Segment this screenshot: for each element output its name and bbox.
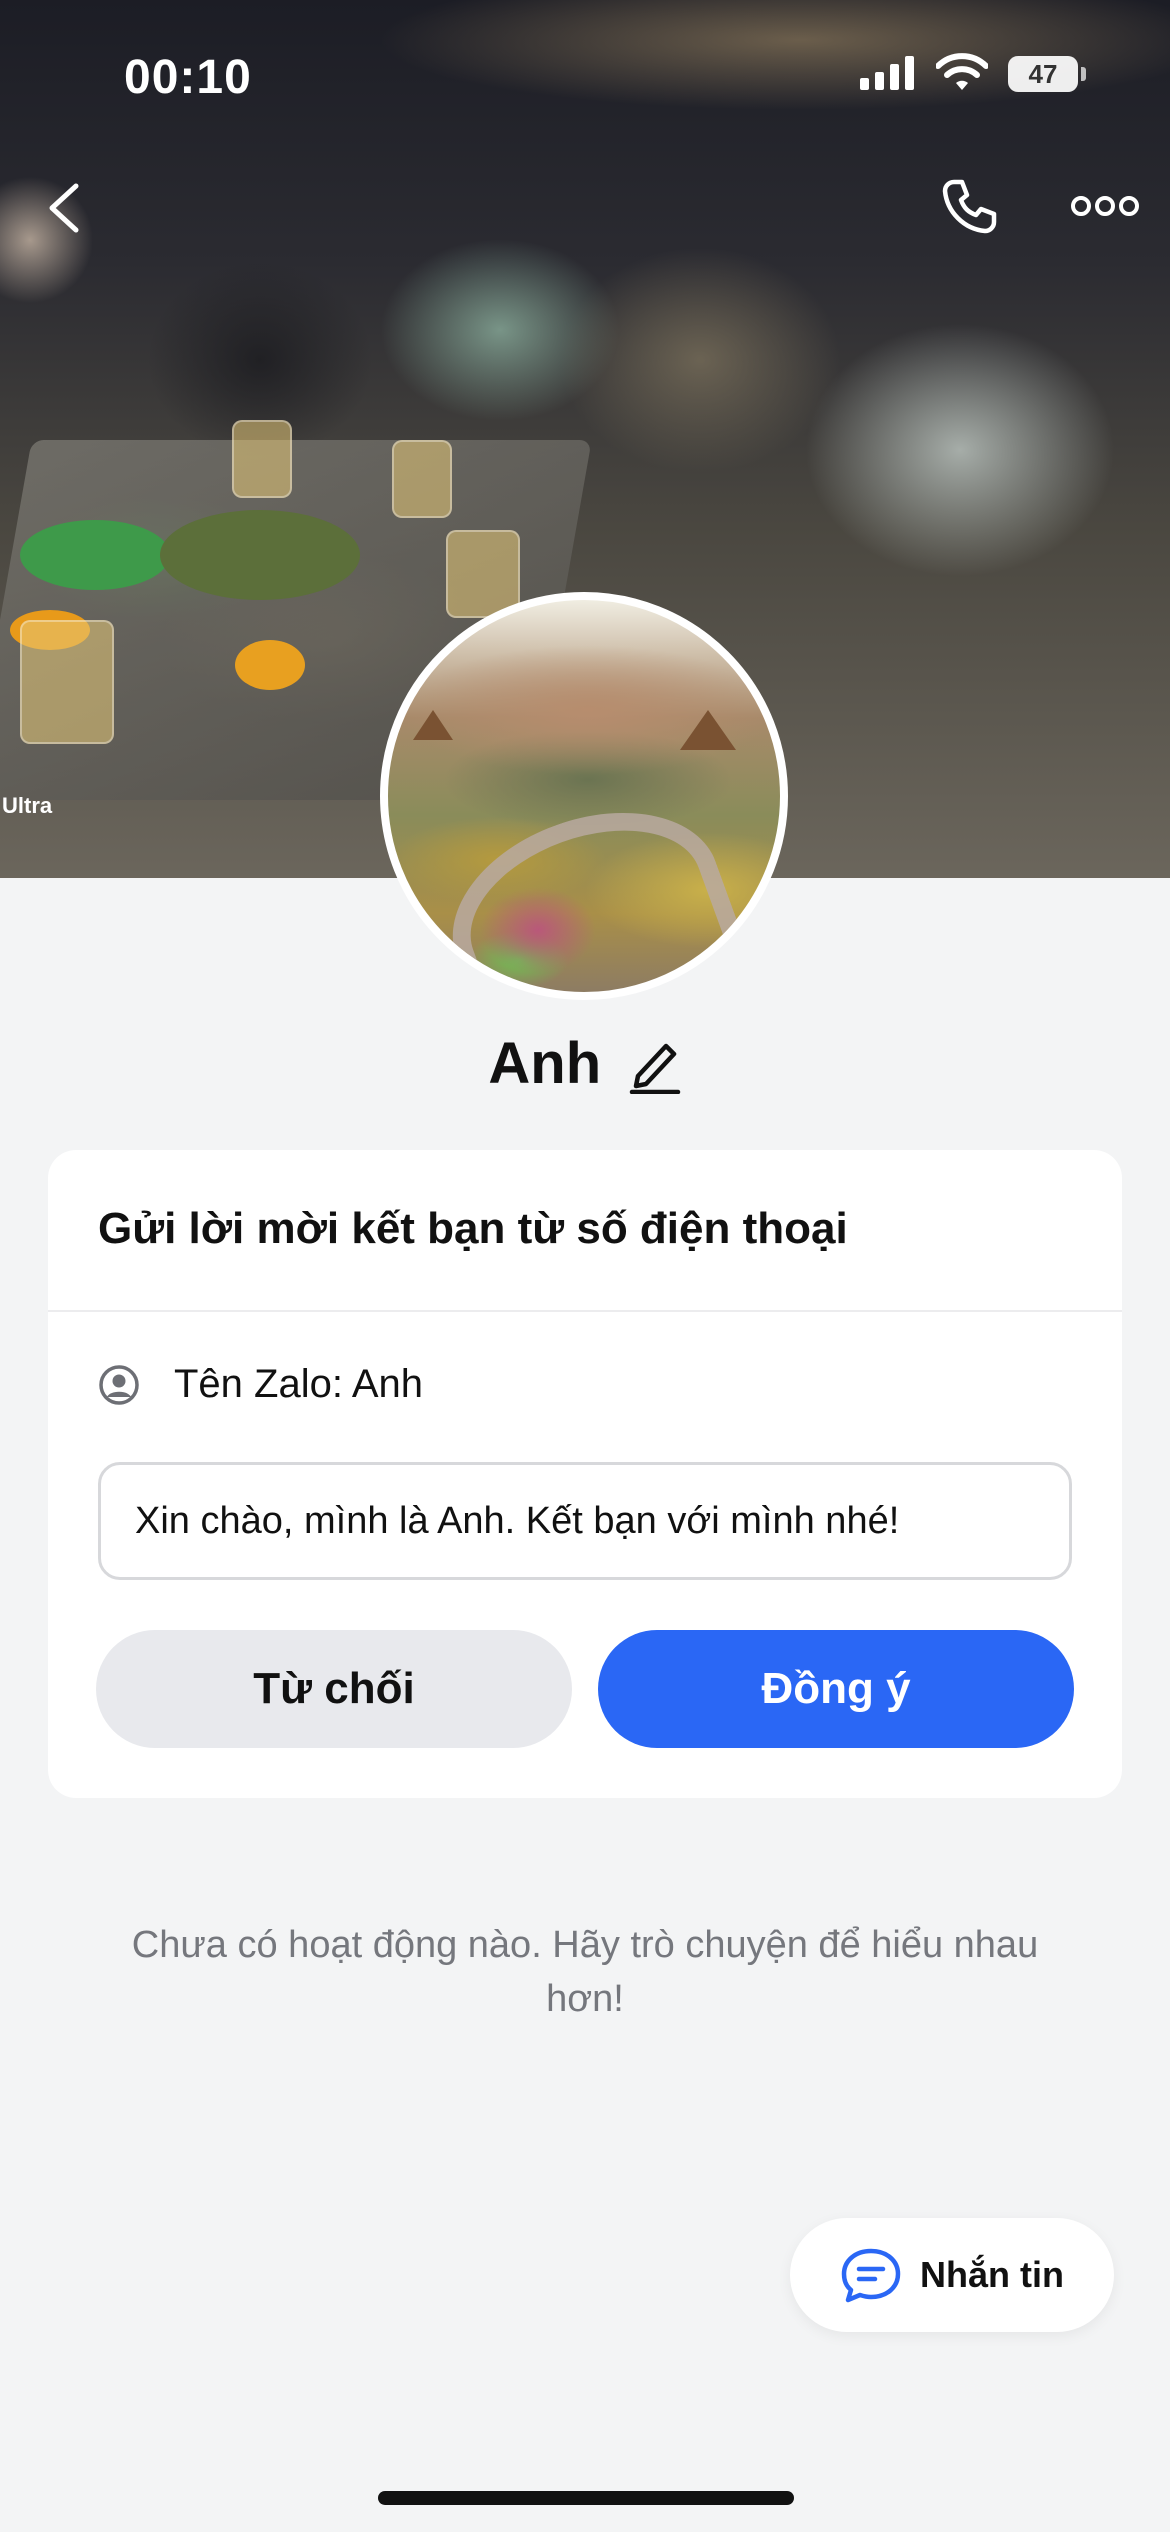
send-message-label: Nhắn tin (920, 2254, 1064, 2295)
avatar-photo-hut (413, 710, 453, 740)
decline-button[interactable]: Từ chối (96, 1630, 572, 1748)
cover-photo-glass (20, 620, 114, 744)
avatar-photo-hut (680, 710, 736, 750)
phone-icon (942, 179, 997, 234)
user-circle-icon (99, 1364, 139, 1405)
call-button[interactable] (940, 176, 1000, 236)
cover-photo-plate (160, 510, 360, 600)
cover-photo-corner-label: Ultra (2, 793, 53, 818)
friend-request-message: Xin chào, mình là Anh. Kết bạn với mình … (98, 1462, 1072, 1580)
more-dots-icon (1071, 196, 1139, 216)
avatar-photo-path (425, 778, 747, 992)
cover-photo-glass (392, 440, 452, 518)
cover-photo-glass (446, 530, 520, 618)
profile-name: Anh (488, 1031, 602, 1096)
cover-photo-plate (20, 520, 170, 590)
wifi-icon (936, 53, 988, 90)
friend-request-title: Gửi lời mời kết bạn từ số điện thoại (98, 1204, 848, 1253)
accept-button[interactable]: Đồng ý (598, 1630, 1074, 1748)
home-indicator[interactable] (378, 2491, 794, 2505)
battery-indicator: 47 (1008, 56, 1078, 92)
back-button[interactable] (40, 180, 90, 236)
friend-request-card: Gửi lời mời kết bạn từ số điện thoại Tên… (48, 1150, 1122, 1798)
empty-activity-text: Chưa có hoạt động nào. Hãy trò chuyện để… (131, 1924, 1039, 2020)
more-options-button[interactable] (1070, 188, 1140, 224)
chevron-left-icon (49, 183, 79, 233)
chat-bubble-icon (841, 2248, 901, 2303)
cellular-signal-icon (860, 56, 914, 90)
pencil-icon[interactable] (628, 1034, 682, 1094)
profile-name-row: Anh (0, 1030, 1170, 1097)
send-message-button[interactable]: Nhắn tin (790, 2218, 1114, 2332)
profile-avatar[interactable] (380, 592, 788, 1000)
zalo-name-row: Tên Zalo: Anh (98, 1362, 423, 1407)
battery-tip (1081, 67, 1086, 81)
card-divider (48, 1310, 1122, 1312)
cover-photo-plate (235, 640, 305, 690)
status-bar-time: 00:10 (124, 51, 252, 104)
zalo-name-label: Tên Zalo: Anh (174, 1362, 424, 1406)
cover-photo-glass (232, 420, 292, 498)
